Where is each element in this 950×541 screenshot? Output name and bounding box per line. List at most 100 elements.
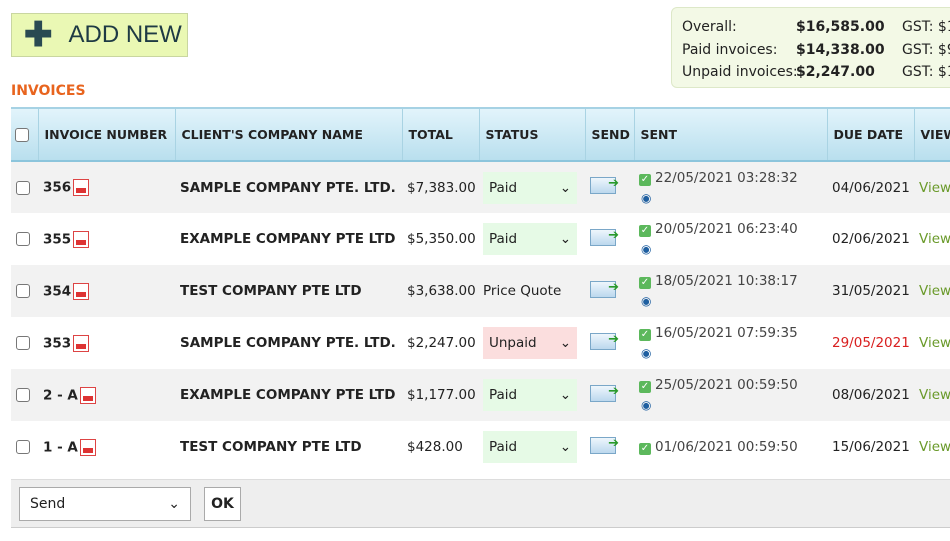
status-text: Price Quote <box>483 283 562 299</box>
company-name: TEST COMPANY PTE LTD <box>180 439 362 455</box>
header-view: VIEW <box>913 107 950 162</box>
plus-icon: ✚ <box>24 16 53 54</box>
pdf-icon[interactable] <box>73 334 90 352</box>
sent-timestamp: 18/05/2021 10:38:17 <box>655 273 798 289</box>
eye-icon[interactable]: ◉ <box>641 242 651 256</box>
table-row: 353 SAMPLE COMPANY PTE. LTD. $2,247.00 U… <box>11 317 950 369</box>
section-title: INVOICES <box>11 83 86 99</box>
header-send: SEND <box>584 107 634 162</box>
header-sent[interactable]: SENT <box>633 107 827 162</box>
row-checkbox[interactable] <box>16 440 30 454</box>
total: $1,177.00 <box>402 369 479 421</box>
invoice-number: 354 <box>43 283 72 299</box>
header-due-date[interactable]: DUE DATE <box>826 107 914 162</box>
send-email-icon[interactable] <box>590 176 619 194</box>
invoices-table: INVOICE NUMBER CLIENT'S COMPANY NAME TOT… <box>11 107 950 473</box>
sent-timestamp: 25/05/2021 00:59:50 <box>655 377 798 393</box>
summary-overall: Overall:$16,585.00GST: $1 <box>682 19 950 35</box>
table-header: INVOICE NUMBER CLIENT'S COMPANY NAME TOT… <box>11 107 950 162</box>
company-name: TEST COMPANY PTE LTD <box>175 265 402 317</box>
sent-timestamp: 20/05/2021 06:23:40 <box>655 221 798 237</box>
header-status[interactable]: STATUS <box>478 107 585 162</box>
sent-check-icon: ✓ <box>639 225 651 237</box>
table-row: 354 TEST COMPANY PTE LTD $3,638.00 Price… <box>11 265 950 317</box>
row-checkbox[interactable] <box>16 232 30 246</box>
chevron-down-icon: ⌄ <box>168 496 180 512</box>
eye-icon[interactable]: ◉ <box>641 294 651 308</box>
status-select[interactable]: Paid ⌄ <box>483 223 577 255</box>
sent-timestamp: 01/06/2021 00:59:50 <box>655 439 798 455</box>
status-select[interactable]: Paid ⌄ <box>483 171 577 204</box>
total: $428.00 <box>407 439 463 455</box>
eye-icon[interactable]: ◉ <box>641 398 651 412</box>
bulk-action-bar: Send ⌄ OK <box>11 479 950 528</box>
view-link[interactable]: View <box>919 231 950 247</box>
send-email-icon[interactable] <box>590 280 619 298</box>
bulk-action-select[interactable]: Send ⌄ <box>19 487 191 521</box>
summary-paid: Paid invoices:$14,338.00GST: $9 <box>682 41 950 58</box>
pdf-icon[interactable] <box>73 282 90 300</box>
company-name: EXAMPLE COMPANY PTE LTD <box>175 369 402 421</box>
pdf-icon[interactable] <box>79 386 96 404</box>
total: $2,247.00 <box>407 335 476 351</box>
status-select[interactable]: Paid ⌄ <box>483 431 577 463</box>
header-invoice-number[interactable]: INVOICE NUMBER <box>37 107 175 162</box>
view-link[interactable]: View <box>919 439 950 455</box>
pdf-icon[interactable] <box>79 438 96 456</box>
status-select[interactable]: Paid ⌄ <box>483 379 577 411</box>
sent-timestamp: 22/05/2021 03:28:32 <box>655 170 798 186</box>
sent-check-icon: ✓ <box>639 329 651 341</box>
eye-icon[interactable]: ◉ <box>641 191 651 205</box>
invoice-number: 1 - A <box>43 439 78 455</box>
invoice-number: 356 <box>43 179 72 196</box>
due-date: 04/06/2021 <box>827 161 914 213</box>
status-select[interactable]: Unpaid ⌄ <box>483 327 577 359</box>
send-email-icon[interactable] <box>590 332 619 350</box>
totals-summary: Overall:$16,585.00GST: $1 Paid invoices:… <box>671 7 950 88</box>
company-name: EXAMPLE COMPANY PTE LTD <box>180 231 396 247</box>
send-email-icon[interactable] <box>590 384 619 402</box>
company-name: SAMPLE COMPANY PTE. LTD. <box>175 161 402 213</box>
select-all-checkbox[interactable] <box>15 128 29 143</box>
view-link[interactable]: View <box>919 180 950 196</box>
summary-unpaid: Unpaid invoices:$2,247.00GST: $1 <box>682 64 950 80</box>
sent-check-icon: ✓ <box>639 443 651 455</box>
row-checkbox[interactable] <box>16 284 30 298</box>
chevron-down-icon: ⌄ <box>559 335 571 351</box>
send-email-icon[interactable] <box>590 228 619 246</box>
header-total[interactable]: TOTAL <box>401 107 479 162</box>
row-checkbox[interactable] <box>16 180 30 195</box>
chevron-down-icon: ⌄ <box>559 231 571 247</box>
sent-check-icon: ✓ <box>639 174 651 186</box>
add-new-button[interactable]: ✚ ADD NEW <box>11 13 188 57</box>
total: $7,383.00 <box>402 161 479 213</box>
row-checkbox[interactable] <box>16 336 30 350</box>
view-link[interactable]: View <box>919 283 950 299</box>
due-date: 31/05/2021 <box>827 265 914 317</box>
table-row: 355 EXAMPLE COMPANY PTE LTD $5,350.00 Pa… <box>11 213 950 265</box>
ok-button[interactable]: OK <box>204 487 241 521</box>
row-checkbox[interactable] <box>16 388 30 402</box>
sent-check-icon: ✓ <box>639 277 651 289</box>
table-row: 1 - A TEST COMPANY PTE LTD $428.00 Paid ⌄… <box>11 421 950 473</box>
total: $3,638.00 <box>402 265 479 317</box>
total: $5,350.00 <box>407 231 476 247</box>
invoice-number: 2 - A <box>43 387 78 403</box>
due-date: 02/06/2021 <box>832 231 910 247</box>
table-row: 2 - A EXAMPLE COMPANY PTE LTD $1,177.00 … <box>11 369 950 421</box>
invoice-number: 355 <box>43 231 72 247</box>
due-date: 08/06/2021 <box>827 369 914 421</box>
view-link[interactable]: View <box>919 335 950 351</box>
table-row: 356 SAMPLE COMPANY PTE. LTD. $7,383.00 P… <box>11 161 950 213</box>
chevron-down-icon: ⌄ <box>559 387 571 403</box>
send-email-icon[interactable] <box>590 436 619 454</box>
header-company[interactable]: CLIENT'S COMPANY NAME <box>174 107 402 162</box>
sent-timestamp: 16/05/2021 07:59:35 <box>655 325 798 341</box>
view-link[interactable]: View <box>919 387 950 403</box>
invoice-number: 353 <box>43 335 72 351</box>
eye-icon[interactable]: ◉ <box>641 346 651 360</box>
pdf-icon[interactable] <box>73 230 90 248</box>
pdf-icon[interactable] <box>73 179 90 196</box>
chevron-down-icon: ⌄ <box>559 179 571 196</box>
chevron-down-icon: ⌄ <box>559 439 571 455</box>
